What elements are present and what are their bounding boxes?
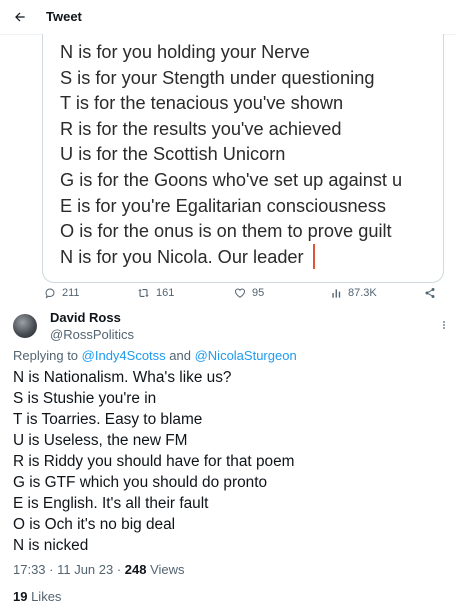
like-button[interactable]: 95: [234, 287, 264, 299]
image-text-line: G is for the Goons who've set up against…: [60, 170, 403, 190]
image-text-line: S is for your Stength under questioning: [60, 67, 375, 88]
tweet-text-line: S is Stushie you're in: [13, 390, 157, 407]
replying-prefix: Replying to: [13, 348, 82, 363]
tweet-text-line: N is nicked: [13, 537, 89, 554]
tweet-meta: 17:33 · 11 Jun 23 · 248 Views: [13, 562, 185, 577]
likes-total: 19: [13, 589, 28, 604]
retweet-icon: [138, 289, 149, 297]
back-button[interactable]: [10, 7, 30, 27]
image-text-line: T is for the tenacious you've shown: [60, 93, 344, 114]
tweet-text-line: U is Useless, the new FM: [13, 432, 188, 449]
tweet-text-line: T is Toarries. Easy to blame: [13, 411, 203, 428]
reply-button[interactable]: 211: [44, 287, 80, 299]
image-text-line: R is for the results you've achieved: [60, 118, 342, 139]
views-button[interactable]: 87.3K: [331, 287, 377, 299]
tweet-image[interactable]: N is for you holding your Nerve S is for…: [42, 34, 444, 283]
replying-to: Replying to @Indy4Scotss and @NicolaStur…: [13, 348, 297, 363]
heart-icon: [234, 288, 246, 298]
tweet-text-line: R is Riddy you should have for that poem: [13, 453, 295, 470]
avatar[interactable]: [13, 314, 37, 338]
likes-label: Likes: [27, 589, 62, 604]
top-bar: Tweet: [0, 0, 456, 35]
share-button[interactable]: [424, 287, 436, 299]
tweet-text-line: N is Nationalism. Wha's like us?: [13, 369, 232, 386]
tweet-text-line: E is English. It's all their fault: [13, 495, 209, 512]
tweet-text-line: O is Och it's no big deal: [13, 516, 176, 533]
views-count: 87.3K: [348, 287, 377, 299]
image-text-line: E is for you're Egalitarian consciousnes…: [60, 195, 386, 216]
image-text-line: U is for the Scottish Unicorn: [60, 144, 286, 165]
share-icon: [425, 288, 435, 298]
author-name[interactable]: David Ross: [50, 310, 121, 325]
image-text-line: N is for you holding your Nerve: [60, 42, 310, 62]
mention-separator: and: [165, 348, 195, 363]
page-title: Tweet: [46, 9, 82, 24]
views-label: Views: [146, 562, 185, 577]
reply-icon: [45, 288, 55, 299]
tweet-action-bar: 211 161 95 87.3K: [0, 287, 456, 305]
author-handle[interactable]: @RossPolitics: [50, 327, 134, 342]
more-options-button[interactable]: [436, 318, 452, 332]
reply-count: 211: [62, 287, 80, 299]
arrow-left-icon: [15, 12, 25, 22]
text-cursor: [313, 244, 315, 269]
views-count-total: 248: [124, 562, 147, 577]
more-dots-icon: [443, 321, 445, 329]
image-text-line: O is for the onus is on them to prove gu…: [60, 221, 392, 242]
views-chart-icon: [332, 288, 341, 298]
image-text-line: N is for you Nicola. Our leader: [60, 246, 304, 267]
mention-link[interactable]: @NicolaSturgeon: [195, 348, 297, 363]
tweet-text-line: G is GTF which you should do pronto: [13, 474, 268, 491]
mention-link[interactable]: @Indy4Scotss: [82, 348, 166, 363]
likes-summary[interactable]: 19 Likes: [13, 589, 61, 604]
timestamp[interactable]: 17:33 · 11 Jun 23 ·: [13, 562, 125, 577]
retweet-count: 161: [156, 287, 175, 299]
like-count: 95: [252, 287, 265, 299]
retweet-button[interactable]: 161: [137, 287, 174, 299]
